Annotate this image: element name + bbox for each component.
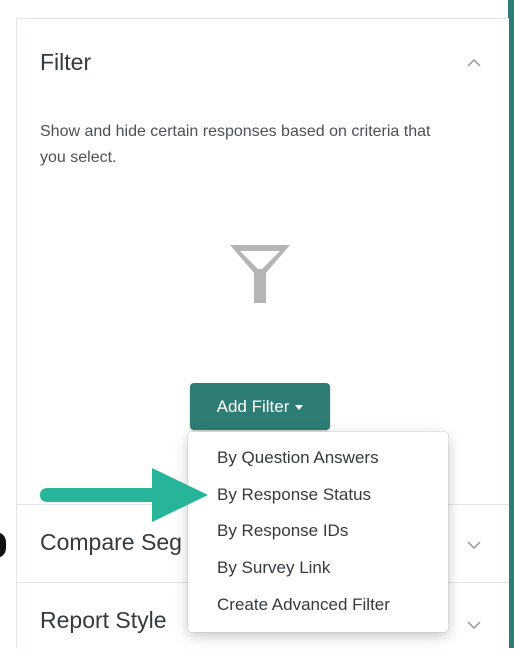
compare-section-title: Compare Seg: [40, 529, 182, 555]
add-filter-label: Add Filter: [216, 396, 290, 416]
report-style-section-title: Report Style: [40, 607, 167, 633]
chevron-up-icon[interactable]: [467, 55, 481, 73]
filter-section-title: Filter: [40, 49, 92, 75]
filter-description: Show and hide certain responses based on…: [40, 123, 431, 166]
menu-item-by-response-ids[interactable]: By Response IDs: [217, 521, 348, 541]
menu-item-create-advanced-filter[interactable]: Create Advanced Filter: [217, 595, 390, 615]
menu-item-by-survey-link[interactable]: By Survey Link: [217, 558, 330, 578]
add-filter-button[interactable]: Add Filter: [190, 383, 330, 430]
filter-section-header[interactable]: Filter: [17, 19, 509, 93]
caret-down-icon: [295, 405, 304, 410]
menu-item-by-response-status[interactable]: By Response Status: [217, 485, 371, 505]
arrow-right-icon: [40, 462, 212, 533]
cursor-marker: [0, 532, 6, 558]
menu-item-by-question-answers[interactable]: By Question Answers: [217, 448, 379, 468]
top-gap: [0, 0, 514, 18]
add-filter-dropdown-menu: By Question Answers By Response Status B…: [188, 432, 448, 632]
chevron-down-icon[interactable]: [467, 537, 481, 555]
chevron-down-icon[interactable]: [467, 617, 481, 635]
funnel-icon: [228, 241, 292, 310]
